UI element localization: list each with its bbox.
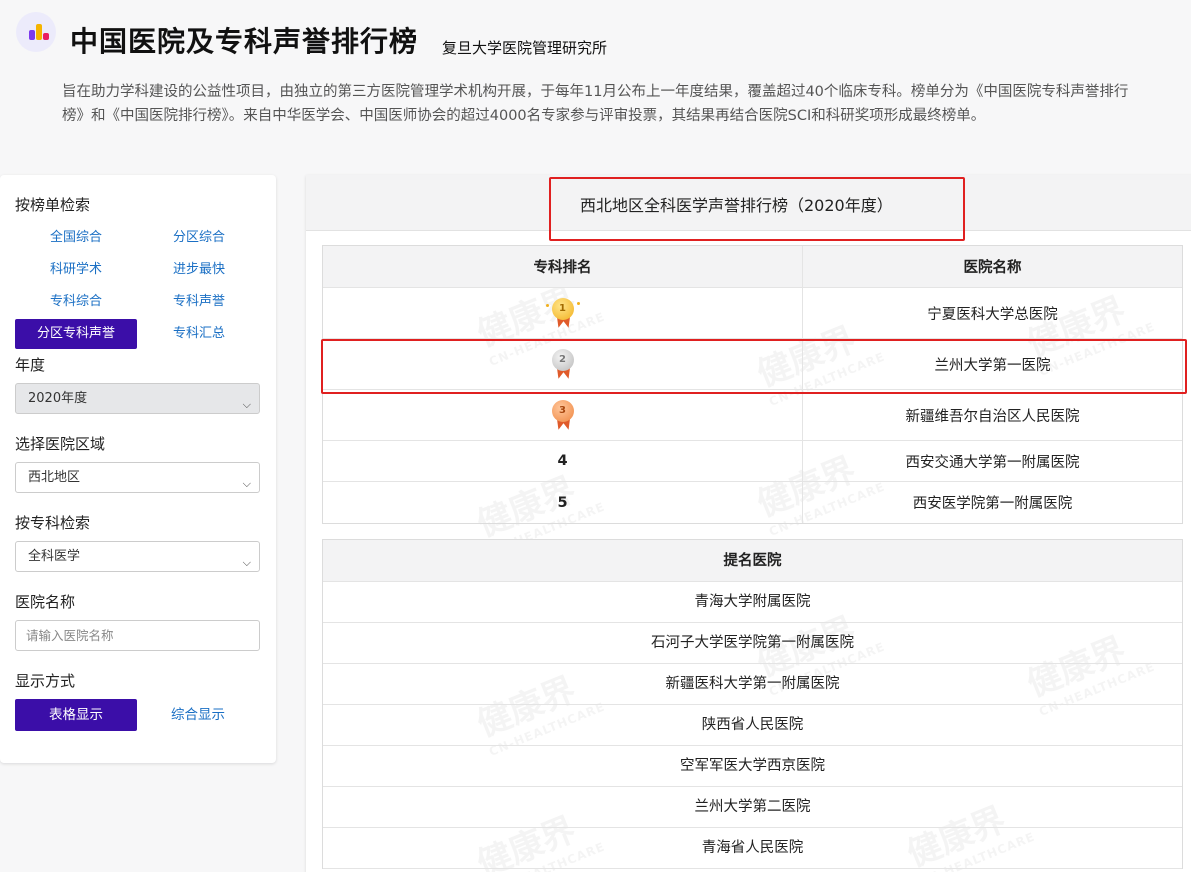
combined-display-button[interactable]: 综合显示: [137, 699, 259, 731]
nominated-hospital[interactable]: 新疆医科大学第一附属医院: [323, 664, 1182, 705]
table-row: 4 西安交通大学第一附属医院: [323, 441, 1182, 482]
nominated-hospital[interactable]: 陕西省人民医院: [323, 705, 1182, 746]
rank-column-header: 专科排名: [323, 246, 803, 287]
nav-specialty-reputation[interactable]: 专科声誉: [138, 287, 260, 317]
bar-chart-logo-icon: [16, 12, 56, 52]
hospital-name[interactable]: 西安医学院第一附属医院: [803, 482, 1182, 523]
rank-number: 4: [323, 441, 803, 481]
bronze-medal-icon: 3: [546, 398, 580, 432]
filter-sidebar: 按榜单检索 全国综合 分区综合 科研学术 进步最快 专科综合 专科声誉 分区专科…: [0, 175, 276, 763]
region-label: 选择医院区域: [15, 435, 106, 453]
hospital-name[interactable]: 宁夏医科大学总医院: [803, 288, 1182, 338]
hospital-name[interactable]: 西安交通大学第一附属医院: [803, 441, 1182, 481]
search-by-list-label: 按榜单检索: [15, 196, 91, 214]
table-row: 5 西安医学院第一附属医院: [323, 482, 1182, 523]
nominated-table: 提名医院 青海大学附属医院 石河子大学医学院第一附属医院 新疆医科大学第一附属医…: [322, 539, 1183, 869]
year-label: 年度: [15, 356, 46, 374]
nominated-hospital[interactable]: 空军军医大学西京医院: [323, 746, 1182, 787]
rank-number: 5: [323, 482, 803, 523]
page-subtitle: 复旦大学医院管理研究所: [442, 39, 608, 57]
year-select[interactable]: 2020年度 ⌵: [15, 383, 260, 414]
hospital-column-header: 医院名称: [963, 260, 1022, 276]
region-select[interactable]: 西北地区 ⌵: [15, 462, 260, 493]
title-highlight-box: [549, 177, 965, 241]
chevron-down-icon: ⌵: [242, 477, 251, 490]
gold-medal-icon: 1: [545, 296, 580, 330]
display-mode-label: 显示方式: [15, 672, 76, 690]
nav-regional-specialty-reputation[interactable]: 分区专科声誉: [15, 319, 137, 349]
nominated-hospital[interactable]: 青海大学附属医院: [323, 582, 1182, 623]
hospital-name-input[interactable]: 请输入医院名称: [15, 620, 260, 651]
nav-national-overall[interactable]: 全国综合: [15, 223, 137, 253]
row-highlight-box: [321, 339, 1187, 394]
specialty-select[interactable]: 全科医学 ⌵: [15, 541, 260, 572]
nav-research[interactable]: 科研学术: [15, 255, 137, 285]
nav-regional-overall[interactable]: 分区综合: [138, 223, 260, 253]
table-header-row: 专科排名 医院名称: [323, 246, 1182, 288]
page-header: 中国医院及专科声誉排行榜 复旦大学医院管理研究所 旨在助力学科建设的公益性项目，…: [0, 0, 1191, 160]
nominated-hospital[interactable]: 兰州大学第二医院: [323, 787, 1182, 828]
nominated-hospital[interactable]: 石河子大学医学院第一附属医院: [323, 623, 1182, 664]
specialty-label: 按专科检索: [15, 514, 91, 532]
chevron-down-icon: ⌵: [242, 398, 251, 411]
hospital-name[interactable]: 新疆维吾尔自治区人民医院: [803, 390, 1182, 440]
ranking-panel: 西北地区全科医学声誉排行榜（2020年度） 健康界CN-HEALTHCARE 健…: [306, 175, 1191, 872]
table-row: 1 宁夏医科大学总医院: [323, 288, 1182, 339]
nav-specialty-summary[interactable]: 专科汇总: [138, 319, 260, 349]
intro-text: 旨在助力学科建设的公益性项目，由独立的第三方医院管理学术机构开展，于每年11月公…: [62, 84, 1129, 124]
nominated-header: 提名医院: [323, 540, 1182, 582]
table-display-button[interactable]: 表格显示: [15, 699, 137, 731]
chevron-down-icon: ⌵: [242, 556, 251, 569]
table-row: 3 新疆维吾尔自治区人民医院: [323, 390, 1182, 441]
page-title: 中国医院及专科声誉排行榜: [70, 25, 419, 58]
hospital-name-label: 医院名称: [15, 593, 76, 611]
nav-fastest-progress[interactable]: 进步最快: [138, 255, 260, 285]
nominated-hospital[interactable]: 青海省人民医院: [323, 828, 1182, 869]
nav-specialty-overall[interactable]: 专科综合: [15, 287, 137, 317]
